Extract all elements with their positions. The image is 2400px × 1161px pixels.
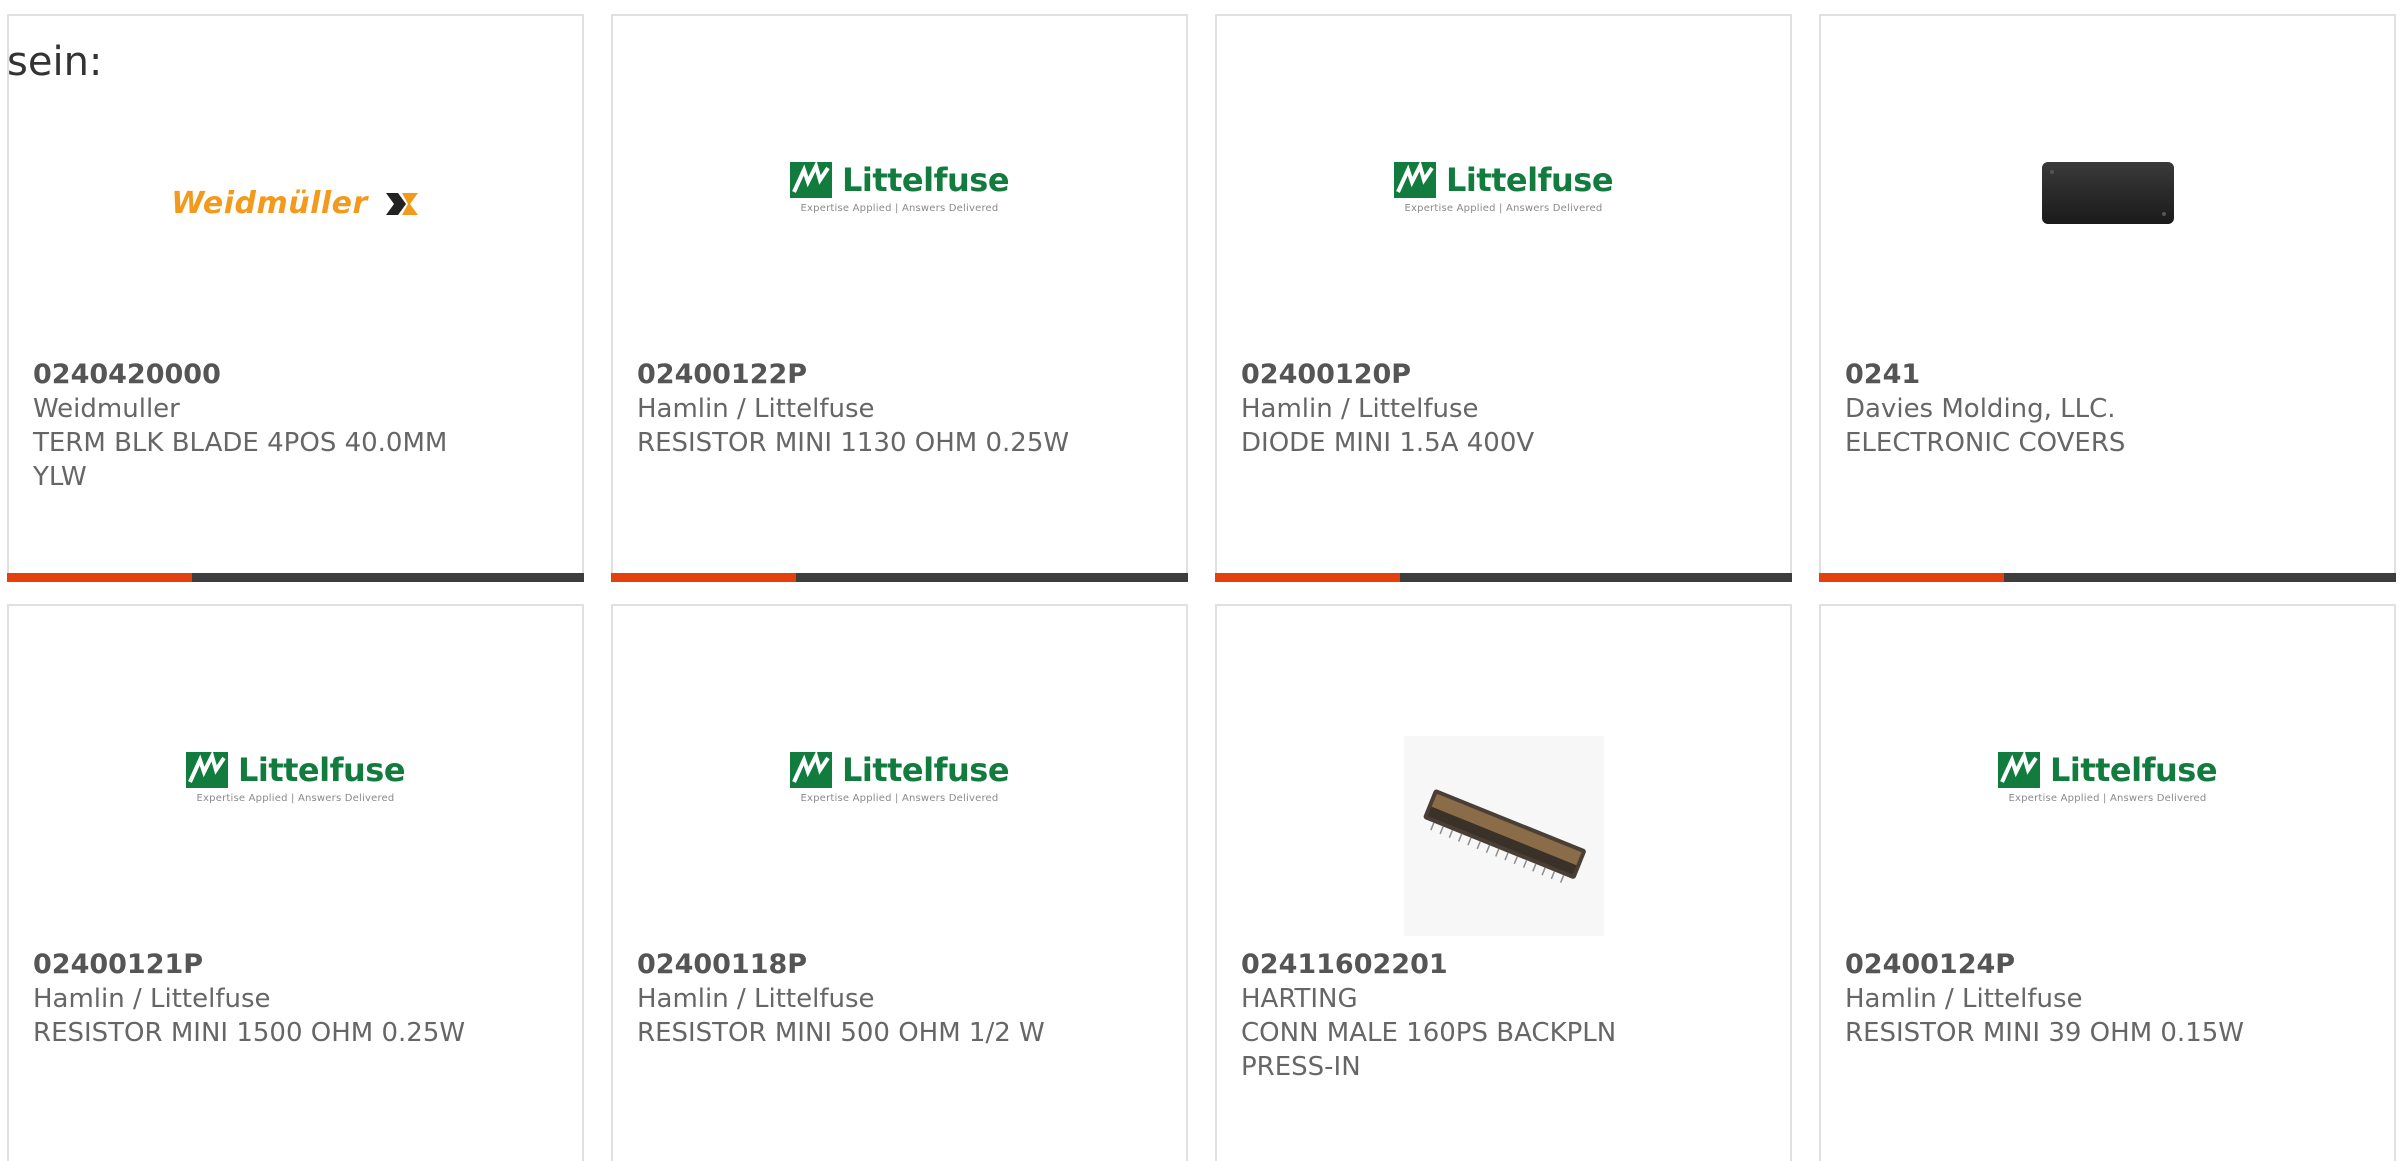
product-card[interactable]: Littelfuse Expertise Applied | Answers D… bbox=[611, 604, 1188, 1161]
product-card[interactable]: Littelfuse Expertise Applied | Answers D… bbox=[7, 604, 584, 1161]
description: RESISTOR MINI 500 OHM 1/2 W bbox=[637, 1018, 1045, 1048]
black-cover-photo bbox=[2041, 162, 2174, 224]
intro-text: sein: bbox=[7, 39, 103, 85]
progress-fill bbox=[611, 573, 796, 582]
product-image: Weidmüller bbox=[9, 76, 582, 326]
description: TERM BLK BLADE 4POS 40.0MM YLW bbox=[33, 428, 448, 492]
littelfuse-tagline: Expertise Applied | Answers Delivered bbox=[800, 203, 999, 214]
progress-fill bbox=[7, 573, 192, 582]
littelfuse-logo: Littelfuse Expertise Applied | Answers D… bbox=[1393, 161, 1614, 214]
product-info: 02400124P Hamlin / Littelfuse RESISTOR M… bbox=[1845, 948, 2285, 1050]
product-grid-page: sein: Weidmüller 0240420000 Weidmuller T… bbox=[0, 0, 2400, 1161]
product-info: 02400122P Hamlin / Littelfuse RESISTOR M… bbox=[637, 358, 1077, 460]
description: RESISTOR MINI 1130 OHM 0.25W bbox=[637, 428, 1070, 458]
product-image bbox=[1217, 666, 1790, 936]
littelfuse-tagline: Expertise Applied | Answers Delivered bbox=[1404, 203, 1603, 214]
manufacturer: Hamlin / Littelfuse bbox=[637, 984, 875, 1014]
part-number: 02411602201 bbox=[1241, 949, 1448, 980]
littelfuse-mark-icon bbox=[1393, 162, 1436, 198]
description: RESISTOR MINI 39 OHM 0.15W bbox=[1845, 1018, 2244, 1048]
product-image: Littelfuse Expertise Applied | Answers D… bbox=[1821, 666, 2394, 916]
manufacturer: Hamlin / Littelfuse bbox=[1845, 984, 2083, 1014]
manufacturer: HARTING bbox=[1241, 984, 1358, 1014]
littelfuse-mark-icon bbox=[789, 752, 832, 788]
progress-bar bbox=[611, 573, 1188, 582]
littelfuse-wordmark: Littelfuse bbox=[841, 161, 1010, 199]
product-info: 02400118P Hamlin / Littelfuse RESISTOR M… bbox=[637, 948, 1077, 1050]
littelfuse-mark-icon bbox=[1997, 752, 2040, 788]
manufacturer: Hamlin / Littelfuse bbox=[637, 394, 875, 424]
weidmuller-logo-text: Weidmüller bbox=[171, 186, 368, 221]
part-number: 02400121P bbox=[33, 949, 204, 980]
connector-photo bbox=[1403, 736, 1604, 936]
product-card[interactable]: 02411602201 HARTING CONN MALE 160PS BACK… bbox=[1215, 604, 1792, 1161]
product-card[interactable]: 0241 Davies Molding, LLC. ELECTRONIC COV… bbox=[1819, 14, 2396, 582]
part-number: 02400124P bbox=[1845, 949, 2016, 980]
littelfuse-wordmark: Littelfuse bbox=[1445, 161, 1614, 199]
progress-bar bbox=[1215, 573, 1792, 582]
littelfuse-logo: Littelfuse Expertise Applied | Answers D… bbox=[185, 751, 406, 804]
product-info: 02400120P Hamlin / Littelfuse DIODE MINI… bbox=[1241, 358, 1681, 460]
product-info: 0241 Davies Molding, LLC. ELECTRONIC COV… bbox=[1845, 358, 2285, 460]
product-image bbox=[1821, 76, 2394, 326]
manufacturer: Davies Molding, LLC. bbox=[1845, 394, 2116, 424]
description: DIODE MINI 1.5A 400V bbox=[1241, 428, 1535, 458]
description: RESISTOR MINI 1500 OHM 0.25W bbox=[33, 1018, 466, 1048]
progress-fill bbox=[1819, 573, 2004, 582]
littelfuse-wordmark: Littelfuse bbox=[237, 751, 406, 789]
littelfuse-wordmark: Littelfuse bbox=[2049, 751, 2218, 789]
part-number: 02400122P bbox=[637, 359, 808, 390]
part-number: 02400120P bbox=[1241, 359, 1412, 390]
littelfuse-mark-icon bbox=[185, 752, 228, 788]
product-image: Littelfuse Expertise Applied | Answers D… bbox=[613, 76, 1186, 326]
part-number: 02400118P bbox=[637, 949, 808, 980]
manufacturer: Weidmuller bbox=[33, 394, 180, 424]
product-info: 0240420000 Weidmuller TERM BLK BLADE 4PO… bbox=[33, 358, 473, 494]
weidmuller-cross-icon bbox=[385, 192, 418, 215]
product-info: 02400121P Hamlin / Littelfuse RESISTOR M… bbox=[33, 948, 473, 1050]
product-card[interactable]: Littelfuse Expertise Applied | Answers D… bbox=[1215, 14, 1792, 582]
progress-bar bbox=[7, 573, 584, 582]
littelfuse-wordmark: Littelfuse bbox=[841, 751, 1010, 789]
progress-fill bbox=[1215, 573, 1400, 582]
littelfuse-mark-icon bbox=[789, 162, 832, 198]
product-card[interactable]: Littelfuse Expertise Applied | Answers D… bbox=[1819, 604, 2396, 1161]
manufacturer: Hamlin / Littelfuse bbox=[33, 984, 271, 1014]
product-info: 02411602201 HARTING CONN MALE 160PS BACK… bbox=[1241, 948, 1681, 1084]
littelfuse-logo: Littelfuse Expertise Applied | Answers D… bbox=[789, 161, 1010, 214]
product-card[interactable]: Littelfuse Expertise Applied | Answers D… bbox=[611, 14, 1188, 582]
littelfuse-tagline: Expertise Applied | Answers Delivered bbox=[196, 793, 395, 804]
weidmuller-logo: Weidmüller bbox=[171, 186, 420, 221]
part-number: 0240420000 bbox=[33, 359, 221, 390]
description: CONN MALE 160PS BACKPLN PRESS-IN bbox=[1241, 1018, 1617, 1082]
product-card[interactable]: Weidmüller 0240420000 Weidmuller TERM BL… bbox=[7, 14, 584, 582]
product-image: Littelfuse Expertise Applied | Answers D… bbox=[9, 666, 582, 916]
part-number: 0241 bbox=[1845, 359, 1921, 390]
product-image: Littelfuse Expertise Applied | Answers D… bbox=[613, 666, 1186, 916]
product-image: Littelfuse Expertise Applied | Answers D… bbox=[1217, 76, 1790, 326]
littelfuse-tagline: Expertise Applied | Answers Delivered bbox=[2008, 793, 2207, 804]
manufacturer: Hamlin / Littelfuse bbox=[1241, 394, 1479, 424]
description: ELECTRONIC COVERS bbox=[1845, 428, 2126, 458]
littelfuse-logo: Littelfuse Expertise Applied | Answers D… bbox=[789, 751, 1010, 804]
littelfuse-logo: Littelfuse Expertise Applied | Answers D… bbox=[1997, 751, 2218, 804]
littelfuse-tagline: Expertise Applied | Answers Delivered bbox=[800, 793, 999, 804]
progress-bar bbox=[1819, 573, 2396, 582]
